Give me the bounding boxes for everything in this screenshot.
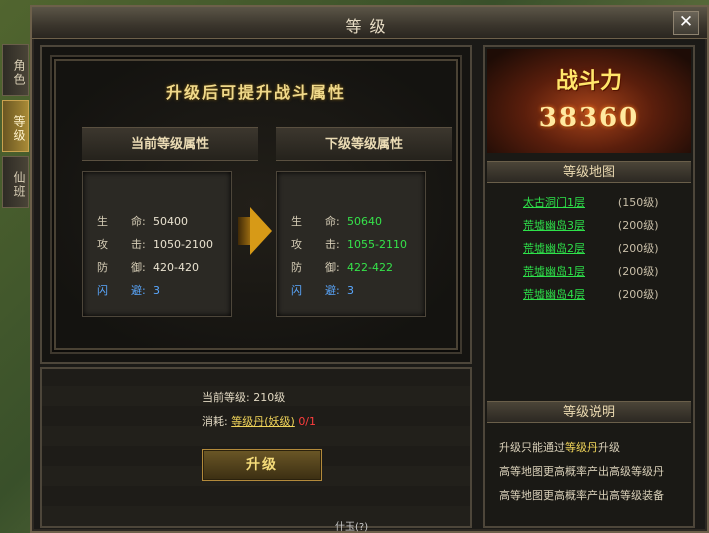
map-link[interactable]: 荒墟幽岛3层 (487, 214, 585, 237)
map-link[interactable]: 荒墟幽岛1层 (487, 260, 585, 283)
attr-key-suffix: 击: (131, 238, 146, 251)
footer-fragment: 什玉(?) (335, 522, 369, 533)
attribute-panel: 升级后可提升战斗属性 当前等级属性 生 命: 50400 攻 击: 1050-2100 … (40, 45, 472, 364)
attr-key: 生 (291, 215, 302, 228)
level-map-list: 太古洞门1层 (150级) 荒墟幽岛3层 (200级) 荒墟幽岛2层 (200级… (487, 191, 691, 306)
attr-key: 攻 (291, 238, 302, 251)
description-text: 升级 (598, 441, 620, 454)
level-map-header: 等级地图 (487, 161, 691, 183)
attr-row-attack: 攻 击: 1050-2100 (97, 233, 231, 256)
attr-value: 422-422 (347, 261, 393, 274)
window-title: 等级 (345, 17, 394, 36)
map-level: (150级) (617, 196, 659, 209)
attr-key: 防 (97, 261, 108, 274)
attr-key-suffix: 避: (131, 284, 146, 297)
attr-key-suffix: 击: (325, 238, 340, 251)
attr-key-suffix: 御: (131, 261, 146, 274)
map-link[interactable]: 荒墟幽岛4层 (487, 283, 585, 306)
attr-key: 生 (97, 215, 108, 228)
level-description-header: 等级说明 (487, 401, 691, 423)
list-item: 荒墟幽岛1层 (200级) (487, 260, 691, 283)
combat-power-banner: 战斗力 38360 (487, 49, 691, 153)
attr-key-suffix: 御: (325, 261, 340, 274)
attr-key-suffix: 命: (131, 215, 146, 228)
map-level: (200级) (617, 219, 659, 232)
attr-key: 闪 (97, 284, 108, 297)
current-attributes-body: 生 命: 50400 攻 击: 1050-2100 防 御: 420-420 闪 避: 3 (82, 171, 232, 317)
current-attributes-header: 当前等级属性 (82, 127, 258, 161)
attr-row-hp: 生 命: 50400 (97, 210, 231, 233)
tab-level[interactable]: 等级 (2, 100, 29, 152)
attr-row-dodge: 闪 避: 3 (291, 279, 425, 302)
list-item: 荒墟幽岛2层 (200级) (487, 237, 691, 260)
map-level: (200级) (617, 242, 659, 255)
list-item: 荒墟幽岛3层 (200级) (487, 214, 691, 237)
map-link[interactable]: 荒墟幽岛2层 (487, 237, 585, 260)
attr-row-defense: 防 御: 420-420 (97, 256, 231, 279)
consume-count: 0/1 (298, 415, 317, 428)
tab-character[interactable]: 角色 (2, 44, 29, 96)
attr-value: 3 (153, 284, 160, 297)
current-level-text: 当前等级: 210级 (202, 391, 286, 404)
description-line-1: 升级只能通过等级丹升级 (499, 439, 620, 455)
combat-power-label: 战斗力 (555, 68, 622, 94)
consume-item-link[interactable]: 等级丹(妖级) (231, 415, 295, 428)
attr-key-suffix: 避: (325, 284, 340, 297)
info-sidebar: 战斗力 38360 等级地图 太古洞门1层 (150级) 荒墟幽岛3层 (200… (483, 45, 695, 528)
description-highlight: 等级丹 (565, 441, 598, 454)
level-window: 等级 ✕ 升级后可提升战斗属性 当前等级属性 生 命: 50400 攻 击: 1050-… (30, 5, 709, 533)
upgrade-button[interactable]: 升级 (202, 449, 322, 481)
attr-row-defense: 防 御: 422-422 (291, 256, 425, 279)
map-link[interactable]: 太古洞门1层 (487, 191, 585, 214)
close-button[interactable]: ✕ (673, 11, 699, 35)
attr-row-attack: 攻 击: 1055-2110 (291, 233, 425, 256)
consume-line: 消耗: 等级丹(妖级) 0/1 (202, 413, 316, 429)
attr-key-suffix: 命: (325, 215, 340, 228)
attribute-frame: 升级后可提升战斗属性 当前等级属性 生 命: 50400 攻 击: 1050-2100 … (50, 55, 462, 354)
list-item: 荒墟幽岛4层 (200级) (487, 283, 691, 306)
tab-immortal-rank[interactable]: 仙班 (2, 156, 29, 208)
attr-key: 攻 (97, 238, 108, 251)
attr-row-hp: 生 命: 50640 (291, 210, 425, 233)
attr-value: 3 (347, 284, 354, 297)
map-level: (200级) (617, 265, 659, 278)
upgrade-panel: 当前等级: 210级 消耗: 等级丹(妖级) 0/1 升级 (40, 367, 472, 528)
attr-row-dodge: 闪 避: 3 (97, 279, 231, 302)
panel-headline: 升级后可提升战斗属性 (165, 83, 346, 102)
attr-value: 1055-2110 (347, 238, 407, 251)
attr-key: 防 (291, 261, 302, 274)
description-text: 升级只能通过 (499, 441, 565, 454)
next-attributes-header: 下级等级属性 (276, 127, 452, 161)
attr-value: 50640 (347, 215, 382, 228)
description-line-3: 高等地图更高概率产出高等级装备 (499, 489, 664, 502)
attr-value: 50400 (153, 215, 188, 228)
attr-value: 420-420 (153, 261, 199, 274)
list-item: 太古洞门1层 (150级) (487, 191, 691, 214)
map-level: (200级) (617, 288, 659, 301)
current-level-attributes: 当前等级属性 生 命: 50400 攻 击: 1050-2100 防 御: 420-420 … (82, 127, 258, 344)
next-attributes-body: 生 命: 50640 攻 击: 1055-2110 防 御: 422-422 闪 避: 3 (276, 171, 426, 317)
consume-label: 消耗: (202, 415, 228, 428)
close-icon: ✕ (678, 12, 694, 32)
attr-key: 闪 (291, 284, 302, 297)
attr-value: 1050-2100 (153, 238, 213, 251)
description-line-2: 高等地图更高概率产出高级等级丹 (499, 465, 664, 478)
combat-power-value: 38360 (538, 103, 640, 133)
next-level-attributes: 下级等级属性 生 命: 50640 攻 击: 1055-2110 防 御: 422-422 … (276, 127, 452, 344)
upgrade-arrow-icon (250, 207, 272, 255)
title-bar[interactable]: 等级 ✕ (32, 7, 707, 39)
